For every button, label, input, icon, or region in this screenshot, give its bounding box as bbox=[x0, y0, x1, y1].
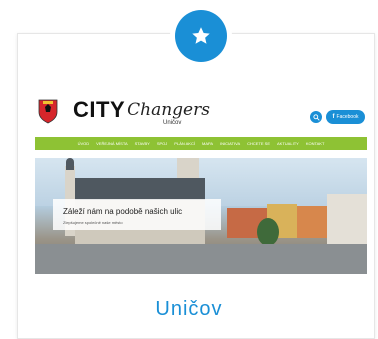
site-logo[interactable]: CITY Changers bbox=[73, 96, 210, 124]
nav-item-stavby[interactable]: STAVBY bbox=[135, 141, 150, 146]
hero-banner: Záleží nám na podobě našich ulic Zlepšuj… bbox=[35, 158, 367, 274]
nav-item-plan-akci[interactable]: PLÁN AKCÍ bbox=[174, 141, 195, 146]
nav-item-mapa[interactable]: MAPA bbox=[202, 141, 213, 146]
coat-of-arms-icon bbox=[38, 99, 58, 124]
hero-tree bbox=[257, 218, 279, 246]
nav-item-uvod[interactable]: ÚVOD bbox=[78, 141, 90, 146]
nav-item-chcete-se[interactable]: CHCETE SE bbox=[247, 141, 270, 146]
hero-building-red-2 bbox=[297, 206, 327, 238]
facebook-label: Facebook bbox=[336, 114, 359, 120]
logo-subtitle: Uničov bbox=[163, 120, 182, 126]
badge bbox=[175, 10, 227, 62]
hero-subtitle: Zlepšujeme společně naše město bbox=[63, 220, 123, 225]
nav-item-aktuality[interactable]: AKTUALITY bbox=[277, 141, 299, 146]
hero-building-white bbox=[327, 194, 367, 244]
facebook-button[interactable]: f Facebook bbox=[326, 110, 365, 124]
facebook-icon: f bbox=[332, 114, 335, 120]
hero-title: Záleží nám na podobě našich ulic bbox=[63, 207, 183, 216]
logo-city-text: CITY bbox=[73, 97, 126, 122]
site-header: CITY Changers Uničov f Facebook bbox=[35, 92, 370, 132]
nav-item-spoj[interactable]: SPOJ bbox=[157, 141, 167, 146]
star-icon bbox=[192, 27, 210, 44]
city-name[interactable]: Uničov bbox=[0, 298, 378, 321]
logo-changers-text: Changers bbox=[127, 100, 210, 120]
nav-item-iniciativa[interactable]: INICIATIVA bbox=[220, 141, 240, 146]
hero-caption-box: Záleží nám na podobě našich ulic Zlepšuj… bbox=[53, 199, 221, 230]
nav-item-kontakt[interactable]: KONTAKT bbox=[306, 141, 325, 146]
search-icon bbox=[312, 113, 320, 121]
hero-church-roof bbox=[75, 178, 205, 200]
hero-tower-left-roof bbox=[66, 158, 74, 170]
hero-square bbox=[35, 244, 367, 274]
search-button[interactable] bbox=[310, 111, 322, 123]
main-nav: ÚVOD VEŘEJNÁ MÍSTA STAVBY SPOJ PLÁN AKCÍ… bbox=[35, 137, 367, 150]
nav-item-verejna-mista[interactable]: VEŘEJNÁ MÍSTA bbox=[96, 141, 128, 146]
